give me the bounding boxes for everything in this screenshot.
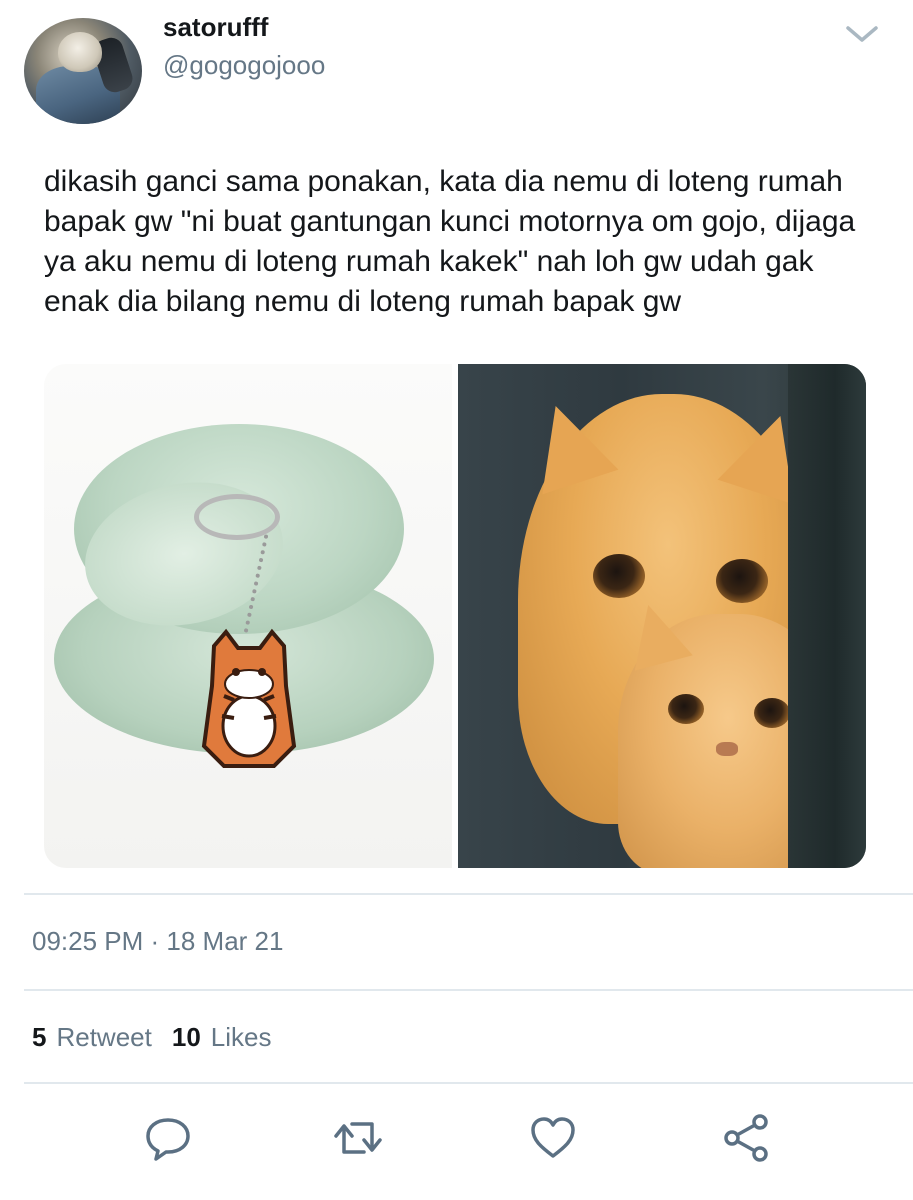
tweet-header: satorufff @gogogojooo <box>0 0 913 140</box>
user-handle[interactable]: @gogogojooo <box>163 50 325 81</box>
heart-icon <box>531 1117 575 1158</box>
retweet-label[interactable]: Retweet <box>56 1022 151 1053</box>
like-label[interactable]: Likes <box>211 1022 272 1053</box>
like-count[interactable]: 10 <box>172 1022 201 1053</box>
tweet-timestamp[interactable]: 09:25 PM · 18 Mar 21 <box>32 926 283 957</box>
reply-icon <box>146 1118 190 1161</box>
reply-button[interactable] <box>140 1110 196 1166</box>
divider <box>24 989 913 991</box>
tweet-media[interactable] <box>44 364 866 868</box>
display-name[interactable]: satorufff <box>163 12 268 43</box>
media-photo-keychain[interactable] <box>44 364 452 868</box>
chevron-down-icon[interactable] <box>844 20 880 48</box>
retweet-icon <box>334 1122 382 1154</box>
like-button[interactable] <box>525 1110 581 1166</box>
tweet-actions <box>0 1110 913 1170</box>
tweet-text: dikasih ganci sama ponakan, kata dia nem… <box>44 165 856 318</box>
tweet-stats: 5 Retweet 10 Likes <box>32 1022 271 1053</box>
share-button[interactable] <box>718 1110 774 1166</box>
media-photo-cats[interactable] <box>458 364 866 868</box>
divider <box>24 893 913 895</box>
retweet-button[interactable] <box>330 1110 386 1166</box>
avatar[interactable] <box>24 18 142 124</box>
share-icon <box>724 1114 768 1162</box>
retweet-count[interactable]: 5 <box>32 1022 46 1053</box>
divider <box>24 1082 913 1084</box>
